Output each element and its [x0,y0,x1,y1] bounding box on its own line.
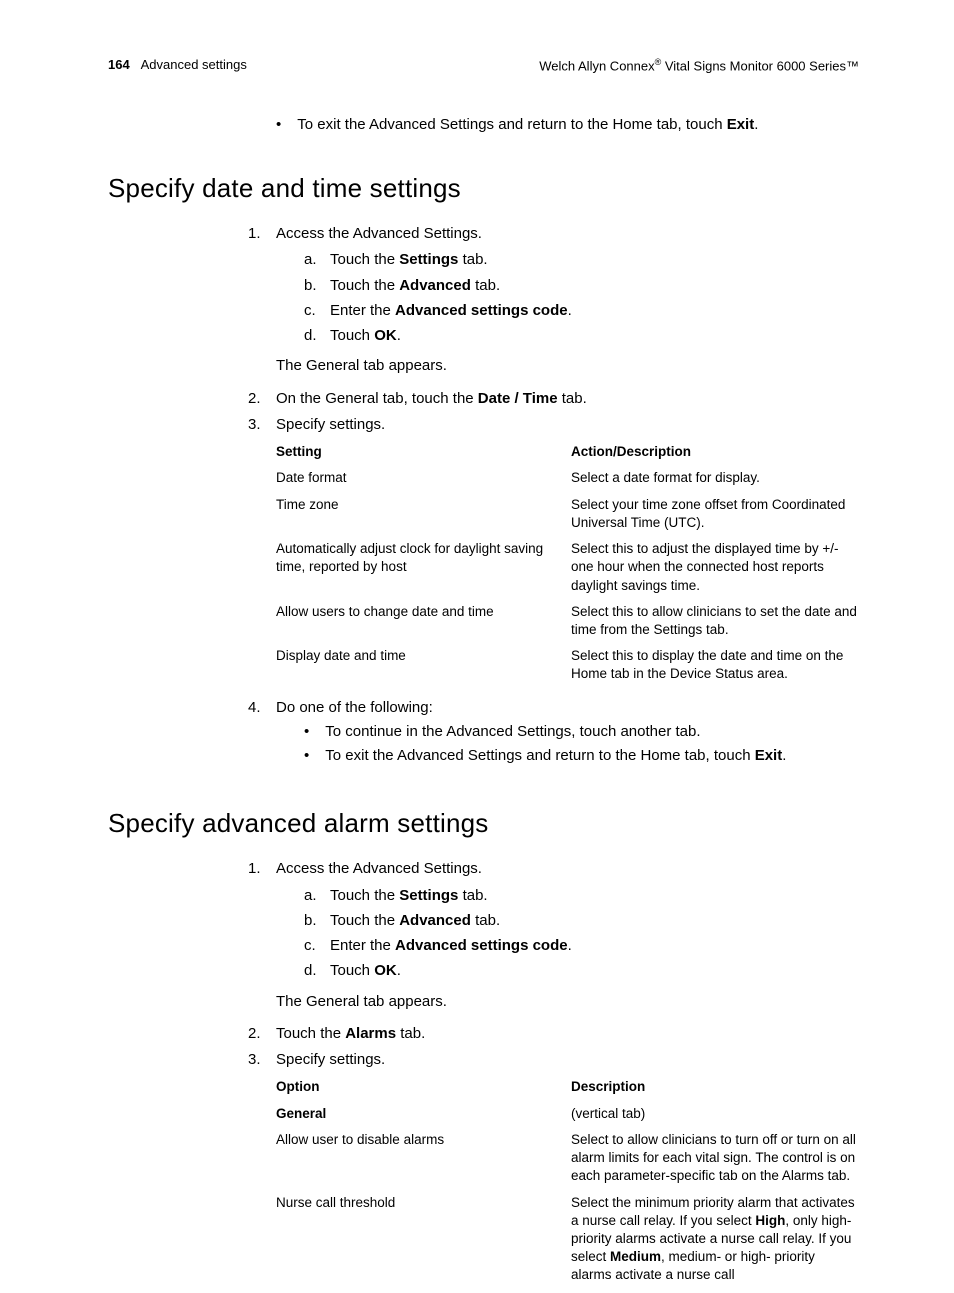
exit-bullet: To exit the Advanced Settings and return… [276,115,859,135]
substep-a: a.Touch the Settings tab. [304,886,859,906]
header-left: 164 Advanced settings [108,56,247,75]
substep-c: c.Enter the Advanced settings code. [304,301,859,321]
substep-a: a.Touch the Settings tab. [304,250,859,270]
step-2: 2. Touch the Alarms tab. [248,1024,859,1044]
substep-d: d.Touch OK. [304,961,859,981]
col-description: Description [571,1078,859,1096]
exit-bullet: To exit the Advanced Settings and return… [304,746,859,766]
col-setting: Setting [276,443,571,461]
bullet-text: To exit the Advanced Settings and return… [297,116,726,133]
col-action: Action/Description [571,443,859,461]
step-2: 2. On the General tab, touch the Date / … [248,389,859,409]
top-bullet-block: To exit the Advanced Settings and return… [248,115,859,135]
table-row: Nurse call threshold Select the minimum … [276,1194,859,1285]
table-row: Allow user to disable alarms Select to a… [276,1131,859,1186]
table-row: Date formatSelect a date format for disp… [276,469,859,487]
header-product: Vital Signs Monitor 6000 Series™ [661,58,859,73]
table-row: Display date and timeSelect this to disp… [276,647,859,683]
general-label: General [276,1105,571,1123]
table-header: Setting Action/Description [276,443,859,461]
step-1: 1. Access the Advanced Settings. a.Touch… [248,859,859,1018]
table-row: Time zoneSelect your time zone offset fr… [276,496,859,532]
datetime-steps: 1. Access the Advanced Settings. a.Touch… [248,224,859,770]
step-3: 3. Specify settings. Setting Action/Desc… [248,415,859,692]
general-tab-note: The General tab appears. [276,356,859,376]
header-section: Advanced settings [141,57,247,72]
general-desc: (vertical tab) [571,1105,859,1123]
section-heading-alarm: Specify advanced alarm settings [108,806,859,841]
section-heading-datetime: Specify date and time settings [108,171,859,206]
substep-b: b.Touch the Advanced tab. [304,911,859,931]
table-row: Allow users to change date and timeSelec… [276,603,859,639]
step-text: Access the Advanced Settings. [276,860,482,877]
header-right: Welch Allyn Connex® Vital Signs Monitor … [539,56,859,75]
step-4: 4. Do one of the following: To continue … [248,698,859,771]
substeps: a.Touch the Settings tab. b.Touch the Ad… [304,250,859,346]
col-option: Option [276,1078,571,1096]
table-row-general: General (vertical tab) [276,1105,859,1123]
substeps: a.Touch the Settings tab. b.Touch the Ad… [304,886,859,982]
page-header: 164 Advanced settings Welch Allyn Connex… [108,56,859,75]
substep-b: b.Touch the Advanced tab. [304,276,859,296]
step-1: 1. Access the Advanced Settings. a.Touch… [248,224,859,383]
exit-label: Exit [727,116,755,133]
step-text: Specify settings. [276,1051,385,1068]
step-text: Do one of the following: [276,699,433,716]
step-3: 3. Specify settings. Option Description … [248,1050,859,1292]
alarm-steps: 1. Access the Advanced Settings. a.Touch… [248,859,859,1292]
step-text: Access the Advanced Settings. [276,225,482,242]
step-text: Specify settings. [276,416,385,433]
header-brand: Welch Allyn Connex [539,58,654,73]
table-header: Option Description [276,1078,859,1096]
options-table: Option Description General (vertical tab… [276,1078,859,1284]
substep-d: d.Touch OK. [304,326,859,346]
continue-bullet: To continue in the Advanced Settings, to… [304,722,859,742]
table-row: Automatically adjust clock for daylight … [276,540,859,595]
substep-c: c.Enter the Advanced settings code. [304,936,859,956]
general-tab-note: The General tab appears. [276,992,859,1012]
page-number: 164 [108,57,130,72]
settings-table: Setting Action/Description Date formatSe… [276,443,859,683]
